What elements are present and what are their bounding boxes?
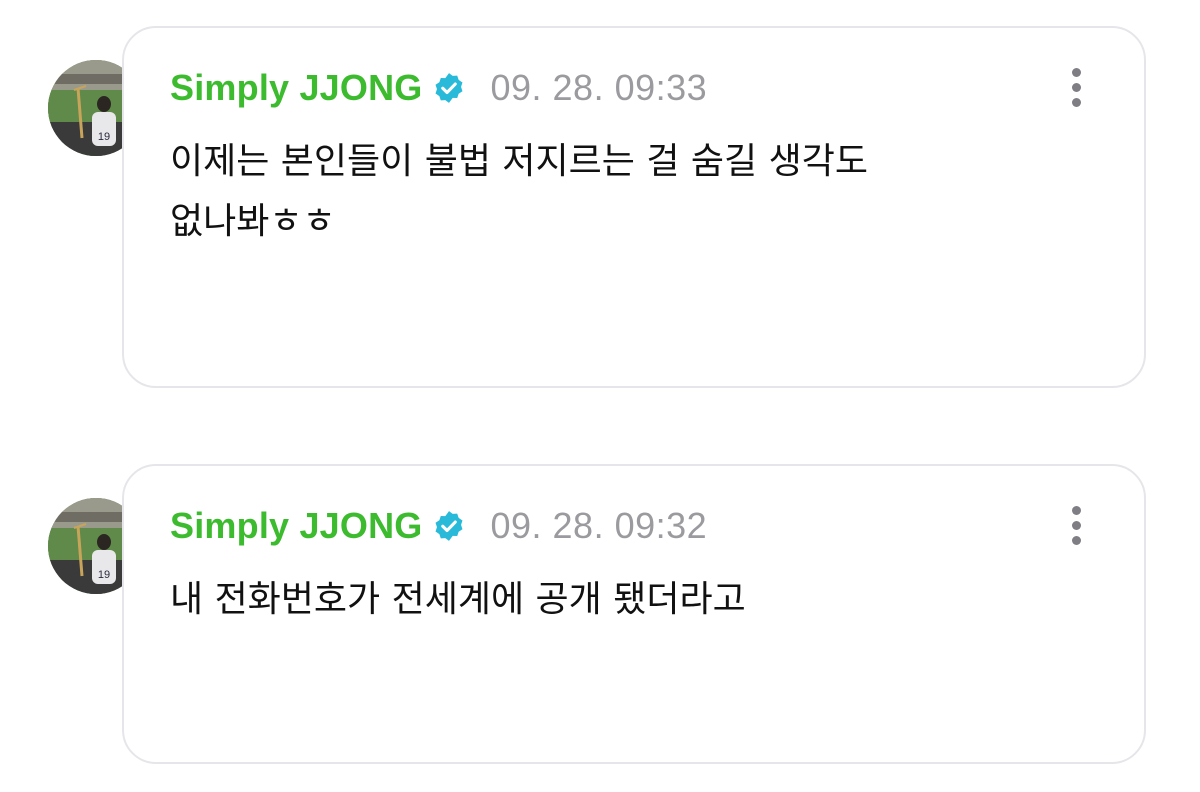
timestamp: 09. 28. 09:33 [490,67,708,108]
comment-text: 내 전화번호가 전세계에 공개 됐더라고 [170,579,746,620]
timestamp: 09. 28. 09:32 [490,505,708,546]
comment-item: 19 Simply JJONG 09. 28. 09:32 내 전화번호가 전세… [0,440,1200,792]
comment-feed: 19 Simply JJONG 09. 28. 09:33 이제는 본인들이 불… [0,0,1200,792]
author-name[interactable]: Simply JJONG [170,67,422,109]
comment-bubble: Simply JJONG 09. 28. 09:32 내 전화번호가 전세계에 … [122,464,1146,764]
more-options-icon[interactable] [1066,68,1086,108]
comment-header: Simply JJONG 09. 28. 09:33 [170,66,707,110]
verified-badge-icon [432,71,466,105]
comment-bubble: Simply JJONG 09. 28. 09:33 이제는 본인들이 불법 저… [122,26,1146,388]
svg-text:19: 19 [98,131,110,143]
svg-text:19: 19 [98,569,110,581]
comment-header: Simply JJONG 09. 28. 09:32 [170,504,707,548]
author-name[interactable]: Simply JJONG [170,505,422,547]
more-options-icon[interactable] [1066,506,1086,546]
comment-item: 19 Simply JJONG 09. 28. 09:33 이제는 본인들이 불… [0,0,1200,400]
comment-text: 이제는 본인들이 불법 저지르는 걸 숨길 생각도 없나봐ㅎㅎ [170,141,868,242]
verified-badge-icon [432,509,466,543]
